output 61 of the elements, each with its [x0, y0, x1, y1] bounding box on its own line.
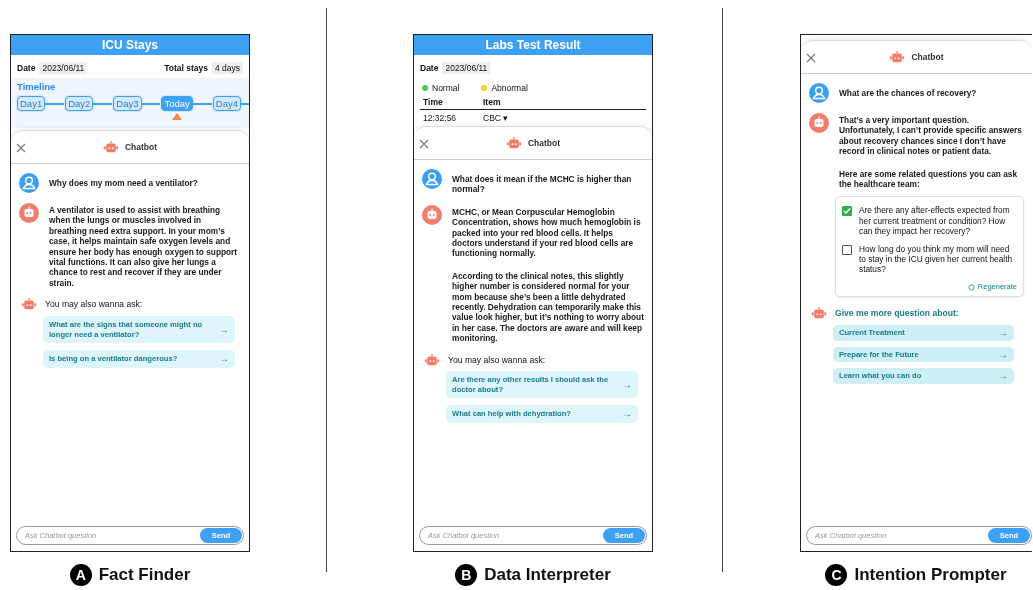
day-tab[interactable]: Day4 — [212, 96, 241, 111]
legend-label: Normal — [432, 83, 460, 93]
panel-caption: Intention Prompter — [854, 565, 1007, 585]
table-cell-text: 12:32:56 — [423, 113, 458, 123]
pointer-triangle-icon — [172, 113, 183, 120]
question-option: How long do you think my mom will need to stay in the ICU given her current health status? — [859, 243, 1017, 275]
checkbox[interactable] — [842, 206, 852, 217]
panel-caption: Fact Finder — [98, 565, 191, 585]
robot-icon — [505, 136, 522, 150]
user-avatar-icon — [809, 83, 829, 103]
bot-answer: According to the clinical notes, this slightly higher number is considered normal for your mom because she’s been a little dehydrated recently. Dehydration can temporarily make this value look higher, but it’s nothing to worry about in her case. The doctors are aware and will keep monitoring. — [452, 269, 644, 344]
checkbox[interactable] — [842, 244, 852, 255]
robot-icon — [102, 140, 119, 154]
total-stays-label: Total stays — [164, 63, 208, 73]
day-tab[interactable]: Today — [161, 96, 193, 111]
user-avatar-icon — [19, 173, 39, 193]
chatbot-title: Chatbot — [527, 138, 561, 148]
day-tab[interactable]: Day3 — [113, 96, 142, 111]
column-header: Time — [423, 97, 444, 107]
robot-icon — [811, 307, 827, 321]
day-tab[interactable]: Day2 — [65, 96, 94, 111]
robot-icon — [889, 50, 906, 64]
total-stays-value: 4 days — [211, 62, 243, 74]
table-cell-text: CBC ▾ — [483, 113, 510, 123]
bot-answer: That’s a very important question. Unfortunately, I can’t provide specific answers about recovery chances since I don’t have record in clinical notes or patient data. — [839, 114, 1023, 157]
user-question: What are the chances of recovery? — [839, 87, 977, 99]
date-label: Date — [420, 63, 439, 73]
panel-letter-badge: B — [455, 564, 478, 586]
robot-icon — [21, 298, 37, 312]
date-value: 2023/06/11 — [442, 62, 491, 74]
date-value: 2023/06/11 — [39, 62, 88, 74]
question-option: Are there any after-effects expected from her current treatment or condition? How can they impact her recovery? — [859, 205, 1017, 237]
close-icon[interactable] — [806, 53, 816, 63]
bot-avatar-icon — [422, 204, 442, 225]
user-question: What does it mean if the MCHC is higher than normal? — [452, 173, 633, 195]
bot-answer: MCHC, or Mean Corpuscular Hemoglobin Concentration, shows how much hemoglobin is packed into your red blood cells. It helps doctors understand if your red blood cells are functioning normally. — [452, 205, 642, 259]
date-label: Date — [17, 63, 36, 73]
bot-answer: Here are some related questions you can ask the healthcare team: — [839, 167, 1018, 190]
timeline-label: Timeline — [17, 81, 57, 92]
column-header: Item — [483, 97, 502, 107]
close-icon[interactable] — [16, 143, 26, 153]
user-question: Why does my mom need a ventilator? — [49, 177, 198, 189]
panel-letter-badge: A — [69, 564, 92, 586]
day-tab[interactable]: Day1 — [17, 96, 46, 111]
bot-avatar-icon — [19, 203, 39, 223]
robot-icon — [424, 353, 440, 367]
panel-caption: Data Interpreter — [484, 565, 611, 585]
user-avatar-icon — [422, 169, 442, 189]
panel-letter-badge: C — [825, 564, 848, 586]
legend-label: Abnormal — [491, 83, 528, 93]
screen-title: Labs Test Result — [414, 35, 652, 55]
suggestion-label: You may also wanna ask: — [448, 354, 546, 366]
bot-avatar-icon — [809, 113, 829, 133]
screen-title: ICU Stays — [11, 35, 249, 55]
bot-answer: A ventilator is used to assist with breathing when the lungs or muscles involved in breathing need extra support. In your mom’s case, it helps maintain safe oxygen levels and ensure her body has enough oxygen to support vital functions. It can also give her lungs a chance to rest and recover if they are under strain. — [49, 204, 239, 289]
suggestion-label: Give me more question about: — [835, 308, 959, 319]
refresh-circle-icon — [967, 283, 975, 291]
suggestion-label: You may also wanna ask: — [45, 299, 143, 310]
chatbot-title: Chatbot — [124, 142, 158, 152]
close-icon[interactable] — [419, 139, 429, 149]
chatbot-title: Chatbot — [911, 52, 944, 62]
